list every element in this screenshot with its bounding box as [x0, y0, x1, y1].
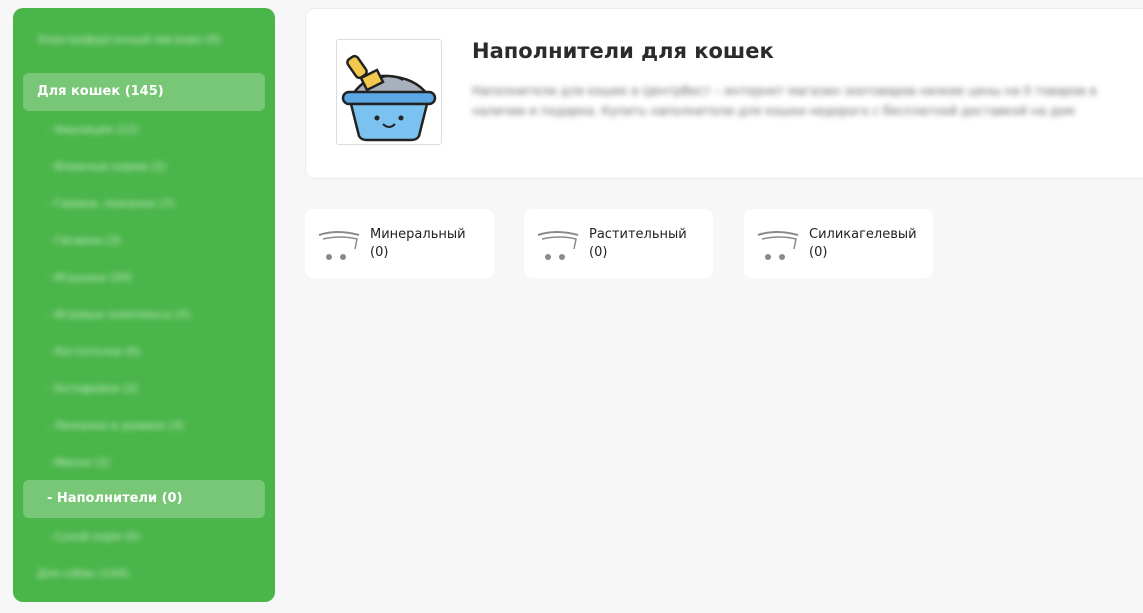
category-header-card: Наполнители для кошек Наполнители для ко…	[305, 8, 1143, 179]
tile-count: (0)	[589, 245, 608, 260]
sidebar-item-bowls[interactable]: - Миски (2)	[23, 455, 265, 471]
sidebar-item-label: - Амуниция (12)	[47, 123, 139, 136]
sidebar-item-label: - Влажные корма (2)	[47, 160, 167, 173]
sidebar-item-label: - Игровые комплексы (5)	[47, 308, 191, 321]
sidebar-item-wet-food[interactable]: - Влажные корма (2)	[23, 159, 265, 175]
sidebar-item-label: - Гамаки, лежанки (7)	[47, 197, 175, 210]
tile-count: (0)	[809, 245, 828, 260]
tile-count: (0)	[370, 245, 389, 260]
sidebar-item-dry-food[interactable]: - Сухой корм (0)	[23, 529, 265, 545]
sidebar-item-carriers[interactable]: - Котофейки (2)	[23, 381, 265, 397]
cart-icon	[757, 231, 799, 260]
subcategory-tile-plant[interactable]: Растительный (0)	[524, 209, 713, 278]
sidebar-item-label: - Наполнители (0)	[47, 491, 183, 506]
sidebar-item-label: - Лежанки и домики (3)	[47, 419, 184, 432]
category-sidebar: Электрофургонный магазин (0) Для кошек (…	[13, 8, 275, 602]
sidebar-item-dogs[interactable]: Для собак (144)	[23, 566, 265, 582]
sidebar-item-label: Для кошек (145)	[37, 84, 164, 99]
sidebar-item-cats[interactable]: Для кошек (145)	[23, 73, 265, 111]
tile-name: Минеральный	[370, 227, 466, 242]
sidebar-item-scratchers[interactable]: - Когтеточки (0)	[23, 344, 265, 360]
sidebar-item-store[interactable]: Электрофургонный магазин (0)	[23, 32, 265, 48]
sidebar-item-label: Электрофургонный магазин (0)	[37, 33, 222, 46]
sidebar-item-toys[interactable]: - Игрушки (20)	[23, 270, 265, 286]
cart-icon	[318, 231, 360, 260]
subcategory-tile-silica[interactable]: Силикагелевый (0)	[744, 209, 933, 278]
sidebar-item-label: - Гигиена (3)	[47, 234, 122, 247]
subcategory-tile-mineral[interactable]: Минеральный (0)	[305, 209, 494, 278]
sidebar-item-label: - Сухой корм (0)	[47, 530, 141, 543]
sidebar-item-label: Для собак (144)	[37, 567, 129, 580]
sidebar-item-hygiene[interactable]: - Гигиена (3)	[23, 233, 265, 249]
cart-icon	[537, 231, 579, 260]
category-image	[336, 39, 442, 145]
tile-name: Силикагелевый	[809, 227, 917, 242]
litter-box-icon	[341, 54, 437, 142]
sidebar-item-fillers[interactable]: - Наполнители (0)	[23, 480, 265, 518]
sidebar-item-hammocks[interactable]: - Гамаки, лежанки (7)	[23, 196, 265, 212]
sidebar-item-label: - Когтеточки (0)	[47, 345, 141, 358]
page-title: Наполнители для кошек	[472, 39, 774, 63]
sidebar-item-label: - Котофейки (2)	[47, 382, 139, 395]
sidebar-item-play-complexes[interactable]: - Игровые комплексы (5)	[23, 307, 265, 323]
sidebar-item-ammo[interactable]: - Амуниция (12)	[23, 122, 265, 138]
sidebar-item-label: - Игрушки (20)	[47, 271, 132, 284]
tile-name: Растительный	[589, 227, 687, 242]
sidebar-item-label: - Миски (2)	[47, 456, 111, 469]
category-description: Наполнители для кошек в ЦентрВест – инте…	[472, 84, 1097, 118]
sidebar-item-beds[interactable]: - Лежанки и домики (3)	[23, 418, 265, 434]
